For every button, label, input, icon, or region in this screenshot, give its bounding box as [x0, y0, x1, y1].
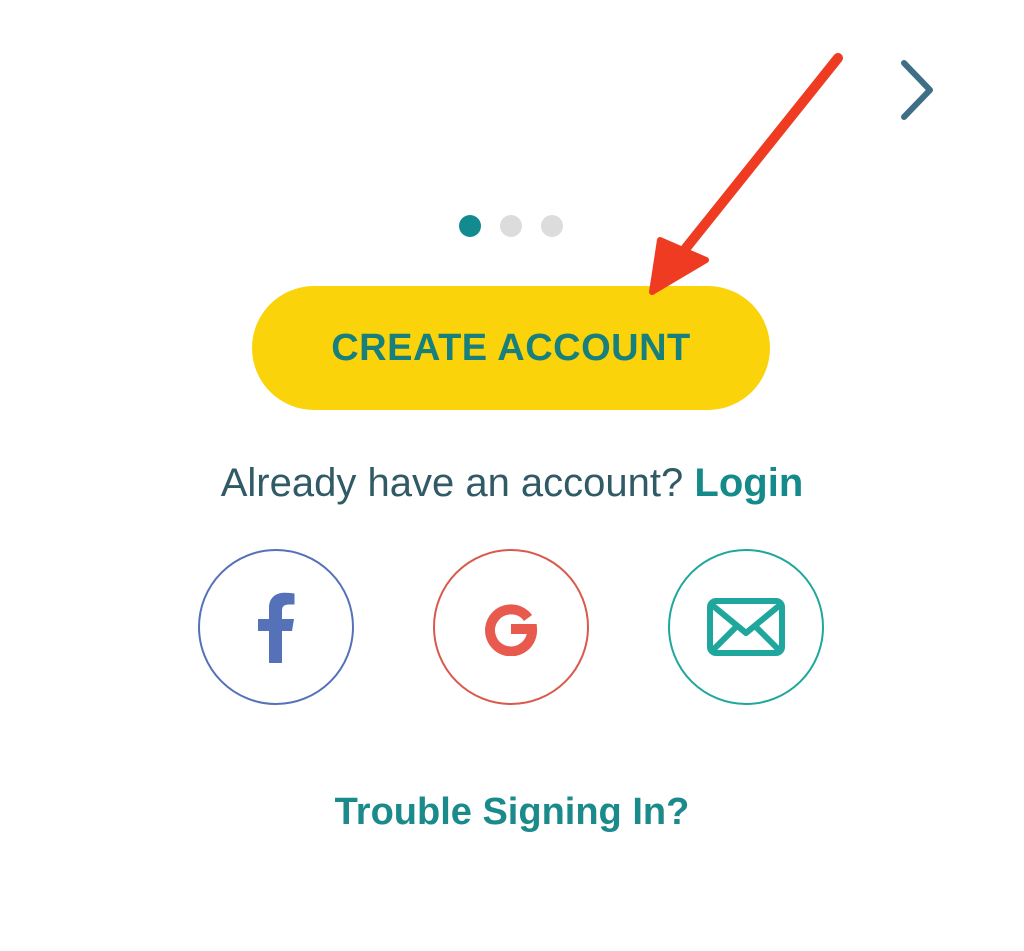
create-account-button[interactable]: CREATE ACCOUNT — [252, 286, 770, 410]
login-prompt: Already have an account? Login — [0, 455, 1024, 511]
page-indicator — [459, 215, 569, 239]
email-login-button[interactable] — [668, 549, 824, 705]
login-link[interactable]: Login — [694, 461, 803, 505]
page-dot — [541, 215, 563, 237]
onboarding-screen: CREATE ACCOUNT Already have an account? … — [0, 0, 1024, 951]
login-prompt-text: Already have an account? — [220, 461, 684, 505]
facebook-icon — [258, 592, 295, 663]
google-login-button[interactable] — [433, 549, 589, 705]
facebook-login-button[interactable] — [198, 549, 354, 705]
mail-icon — [707, 598, 785, 656]
trouble-signing-in-link[interactable]: Trouble Signing In? — [0, 785, 1024, 839]
google-icon — [485, 604, 538, 656]
page-dot — [500, 215, 522, 237]
page-dot-active — [459, 215, 481, 237]
create-account-label: CREATE ACCOUNT — [331, 326, 691, 369]
chevron-right-icon[interactable] — [892, 55, 942, 125]
